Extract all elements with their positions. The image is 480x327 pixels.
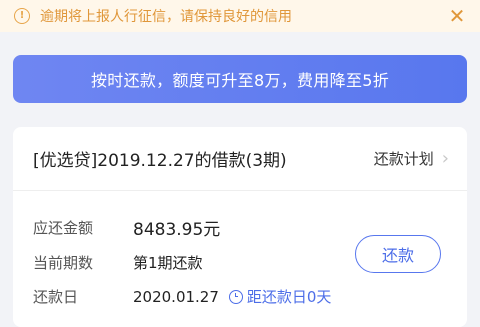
due-countdown: 距还款日0天 (228, 286, 332, 307)
close-icon[interactable]: ✕ (446, 4, 468, 28)
repay-button-label: 还款 (381, 246, 414, 265)
due-date-row: 还款日 2020.01.27 距还款日0天 (33, 286, 331, 307)
amount-row: 应还金额 8483.95元 (33, 215, 220, 240)
amount-value: 8483.95元 (133, 220, 221, 240)
chevron-right-icon: › (441, 148, 449, 169)
period-label: 当前期数 (33, 254, 94, 272)
notice-bar: ! 逾期将上报人行征信，请保持良好的信用 ✕ (0, 0, 480, 32)
promo-banner[interactable]: 按时还款，额度可升至8万，费用降至5折 (13, 55, 467, 103)
loan-card: [优选贷]2019.12.27的借款(3期) 还款计划 › 应还金额 8483.… (13, 127, 467, 327)
clock-icon (228, 289, 243, 304)
promo-banner-text: 按时还款，额度可升至8万，费用降至5折 (90, 71, 390, 90)
due-countdown-text: 距还款日0天 (246, 288, 332, 306)
warning-icon: ! (14, 8, 30, 24)
repayment-plan-link[interactable]: 还款计划 › (374, 148, 449, 169)
repayment-plan-label: 还款计划 (373, 150, 434, 168)
amount-label: 应还金额 (33, 219, 94, 237)
repay-button[interactable]: 还款 (355, 235, 441, 273)
period-row: 当前期数 第1期还款 (33, 252, 203, 273)
due-date-label: 还款日 (33, 288, 79, 306)
notice-text: 逾期将上报人行征信，请保持良好的信用 (40, 9, 292, 25)
loan-title: [优选贷]2019.12.27的借款(3期) (33, 151, 287, 171)
period-value: 第1期还款 (133, 254, 203, 272)
due-date-value: 2020.01.27 (133, 287, 219, 306)
loan-card-header: [优选贷]2019.12.27的借款(3期) 还款计划 › (13, 127, 467, 191)
